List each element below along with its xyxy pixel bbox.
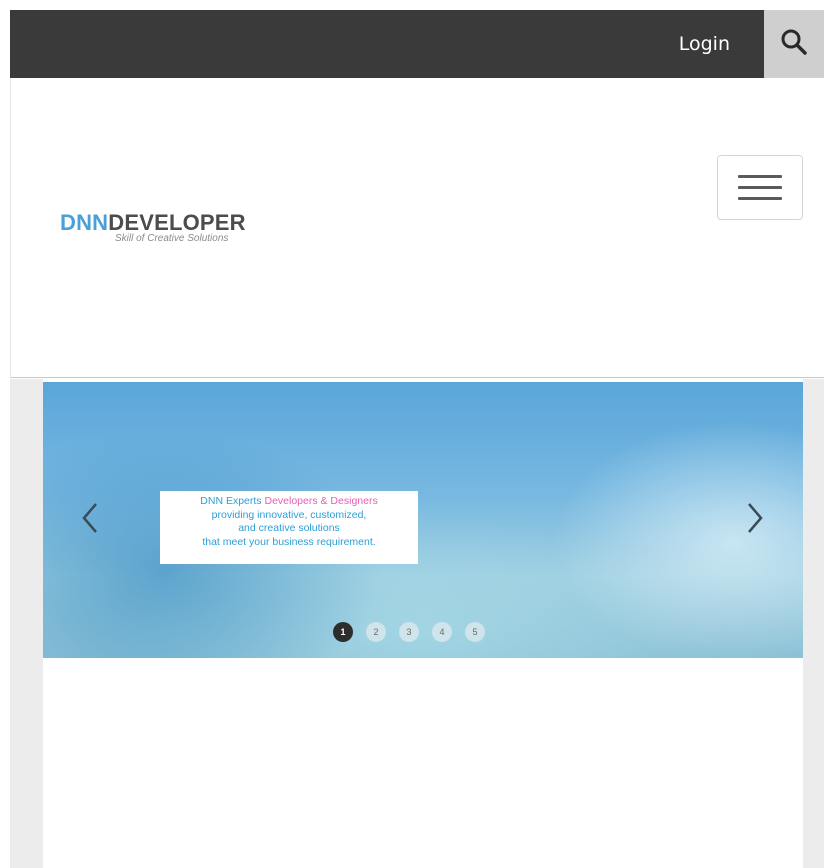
chevron-left-icon xyxy=(80,501,100,540)
logo-brand-part2: DEVELOPER xyxy=(108,210,246,235)
slider-pagination: 1 2 3 4 5 xyxy=(333,622,485,642)
chevron-right-icon xyxy=(745,501,765,540)
site-logo[interactable]: DNNDEVELOPER Skill of Creative Solutions xyxy=(60,211,246,245)
login-link[interactable]: Login xyxy=(679,10,730,78)
hamburger-menu-icon-bar xyxy=(738,197,782,200)
hamburger-menu-icon-bar xyxy=(738,186,782,189)
site-header: DNNDEVELOPER Skill of Creative Solutions xyxy=(10,78,824,378)
logo-brand-part1: DNN xyxy=(60,210,109,235)
slider-dot[interactable]: 2 xyxy=(366,622,386,642)
top-bar: Login xyxy=(10,10,824,78)
search-icon xyxy=(779,27,809,62)
content-panel: DNN Experts Developers & Designers provi… xyxy=(43,379,803,868)
slider-dot[interactable]: 3 xyxy=(399,622,419,642)
slider-dot[interactable]: 4 xyxy=(432,622,452,642)
slide-caption: DNN Experts Developers & Designers provi… xyxy=(160,491,418,564)
slider-prev-button[interactable] xyxy=(75,500,105,540)
logo-title: DNNDEVELOPER xyxy=(60,211,246,235)
page: Login DNNDEVELOPER Skill of Creative Sol… xyxy=(0,0,824,868)
slider-dot[interactable]: 1 xyxy=(333,622,353,642)
slider-next-button[interactable] xyxy=(740,500,770,540)
hero-slider: DNN Experts Developers & Designers provi… xyxy=(43,382,803,658)
menu-toggle-button[interactable] xyxy=(717,155,803,220)
caption-line-2: providing innovative, customized, xyxy=(211,508,367,521)
caption-line-4: that meet your business requirement. xyxy=(202,535,376,548)
caption-line-1-a: DNN Experts xyxy=(200,495,265,507)
logo-tagline: Skill of Creative Solutions xyxy=(115,233,229,244)
hamburger-menu-icon xyxy=(738,175,782,178)
search-button[interactable] xyxy=(764,10,824,78)
caption-line-1-b: Developers & Designers xyxy=(264,495,378,507)
body-area: DNN Experts Developers & Designers provi… xyxy=(10,379,824,868)
slider-dot[interactable]: 5 xyxy=(465,622,485,642)
caption-line-1: DNN Experts Developers & Designers xyxy=(160,495,418,509)
caption-line-3: and creative solutions xyxy=(238,522,340,534)
